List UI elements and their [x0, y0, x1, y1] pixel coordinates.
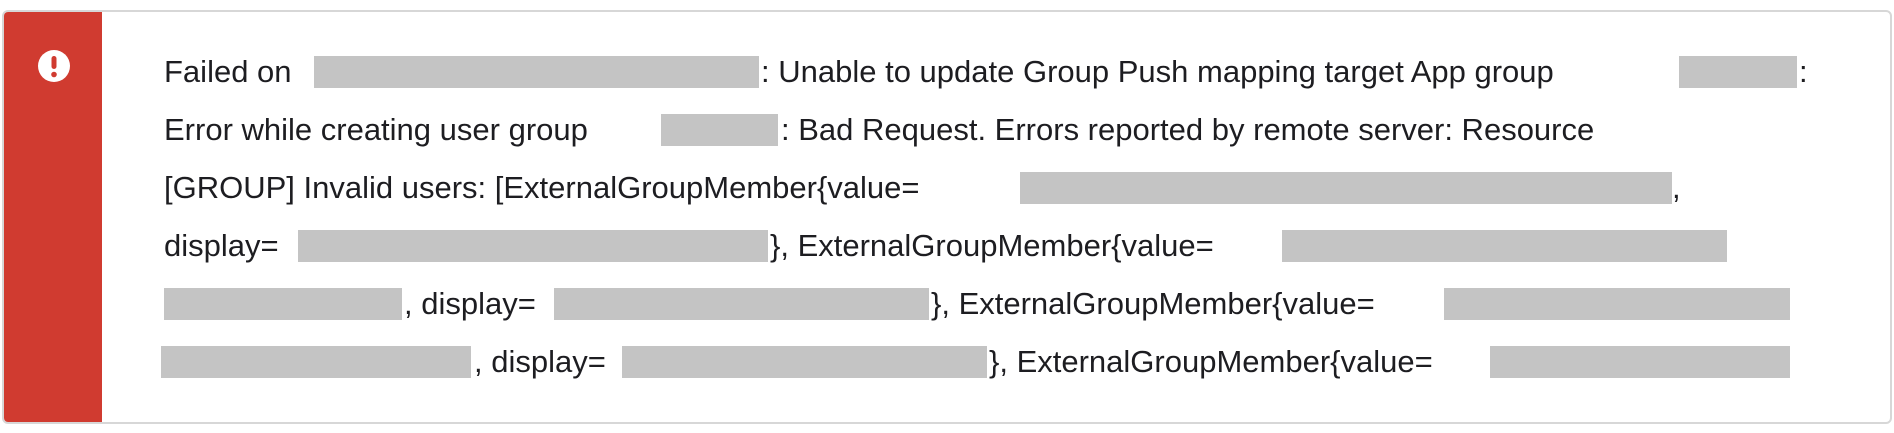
message-text: }, ExternalGroupMember{value= [989, 344, 1433, 379]
message-text: , display= [474, 344, 606, 379]
message-text: display= [164, 228, 279, 263]
alert-stripe [4, 12, 102, 422]
redacted-text [161, 346, 471, 378]
redacted-text [1282, 230, 1727, 262]
message-text: }, ExternalGroupMember{value= [931, 286, 1375, 321]
message-text: , [1672, 170, 1681, 205]
message-text: , display= [404, 286, 536, 321]
redacted-text [1490, 346, 1790, 378]
message-text: }, ExternalGroupMember{value= [770, 228, 1214, 263]
exclamation-circle-icon [38, 50, 70, 82]
message-text: Failed on [164, 54, 292, 89]
message-text: [GROUP] Invalid users: [ExternalGroupMem… [164, 170, 920, 205]
message-text: Error while creating user group [164, 112, 588, 147]
error-alert: Failed on : Unable to update Group Push … [2, 10, 1892, 424]
redacted-text [622, 346, 987, 378]
redacted-text [1020, 172, 1672, 204]
redacted-text [661, 114, 778, 146]
message-text: : Bad Request. Errors reported by remote… [781, 112, 1595, 147]
redacted-text [1444, 288, 1790, 320]
redacted-text [164, 288, 402, 320]
redacted-text [314, 56, 759, 88]
redacted-text [1679, 56, 1797, 88]
redacted-text [298, 230, 768, 262]
redacted-text [554, 288, 929, 320]
message-text: : Unable to update Group Push mapping ta… [761, 54, 1554, 89]
message-text: : [1799, 54, 1808, 89]
